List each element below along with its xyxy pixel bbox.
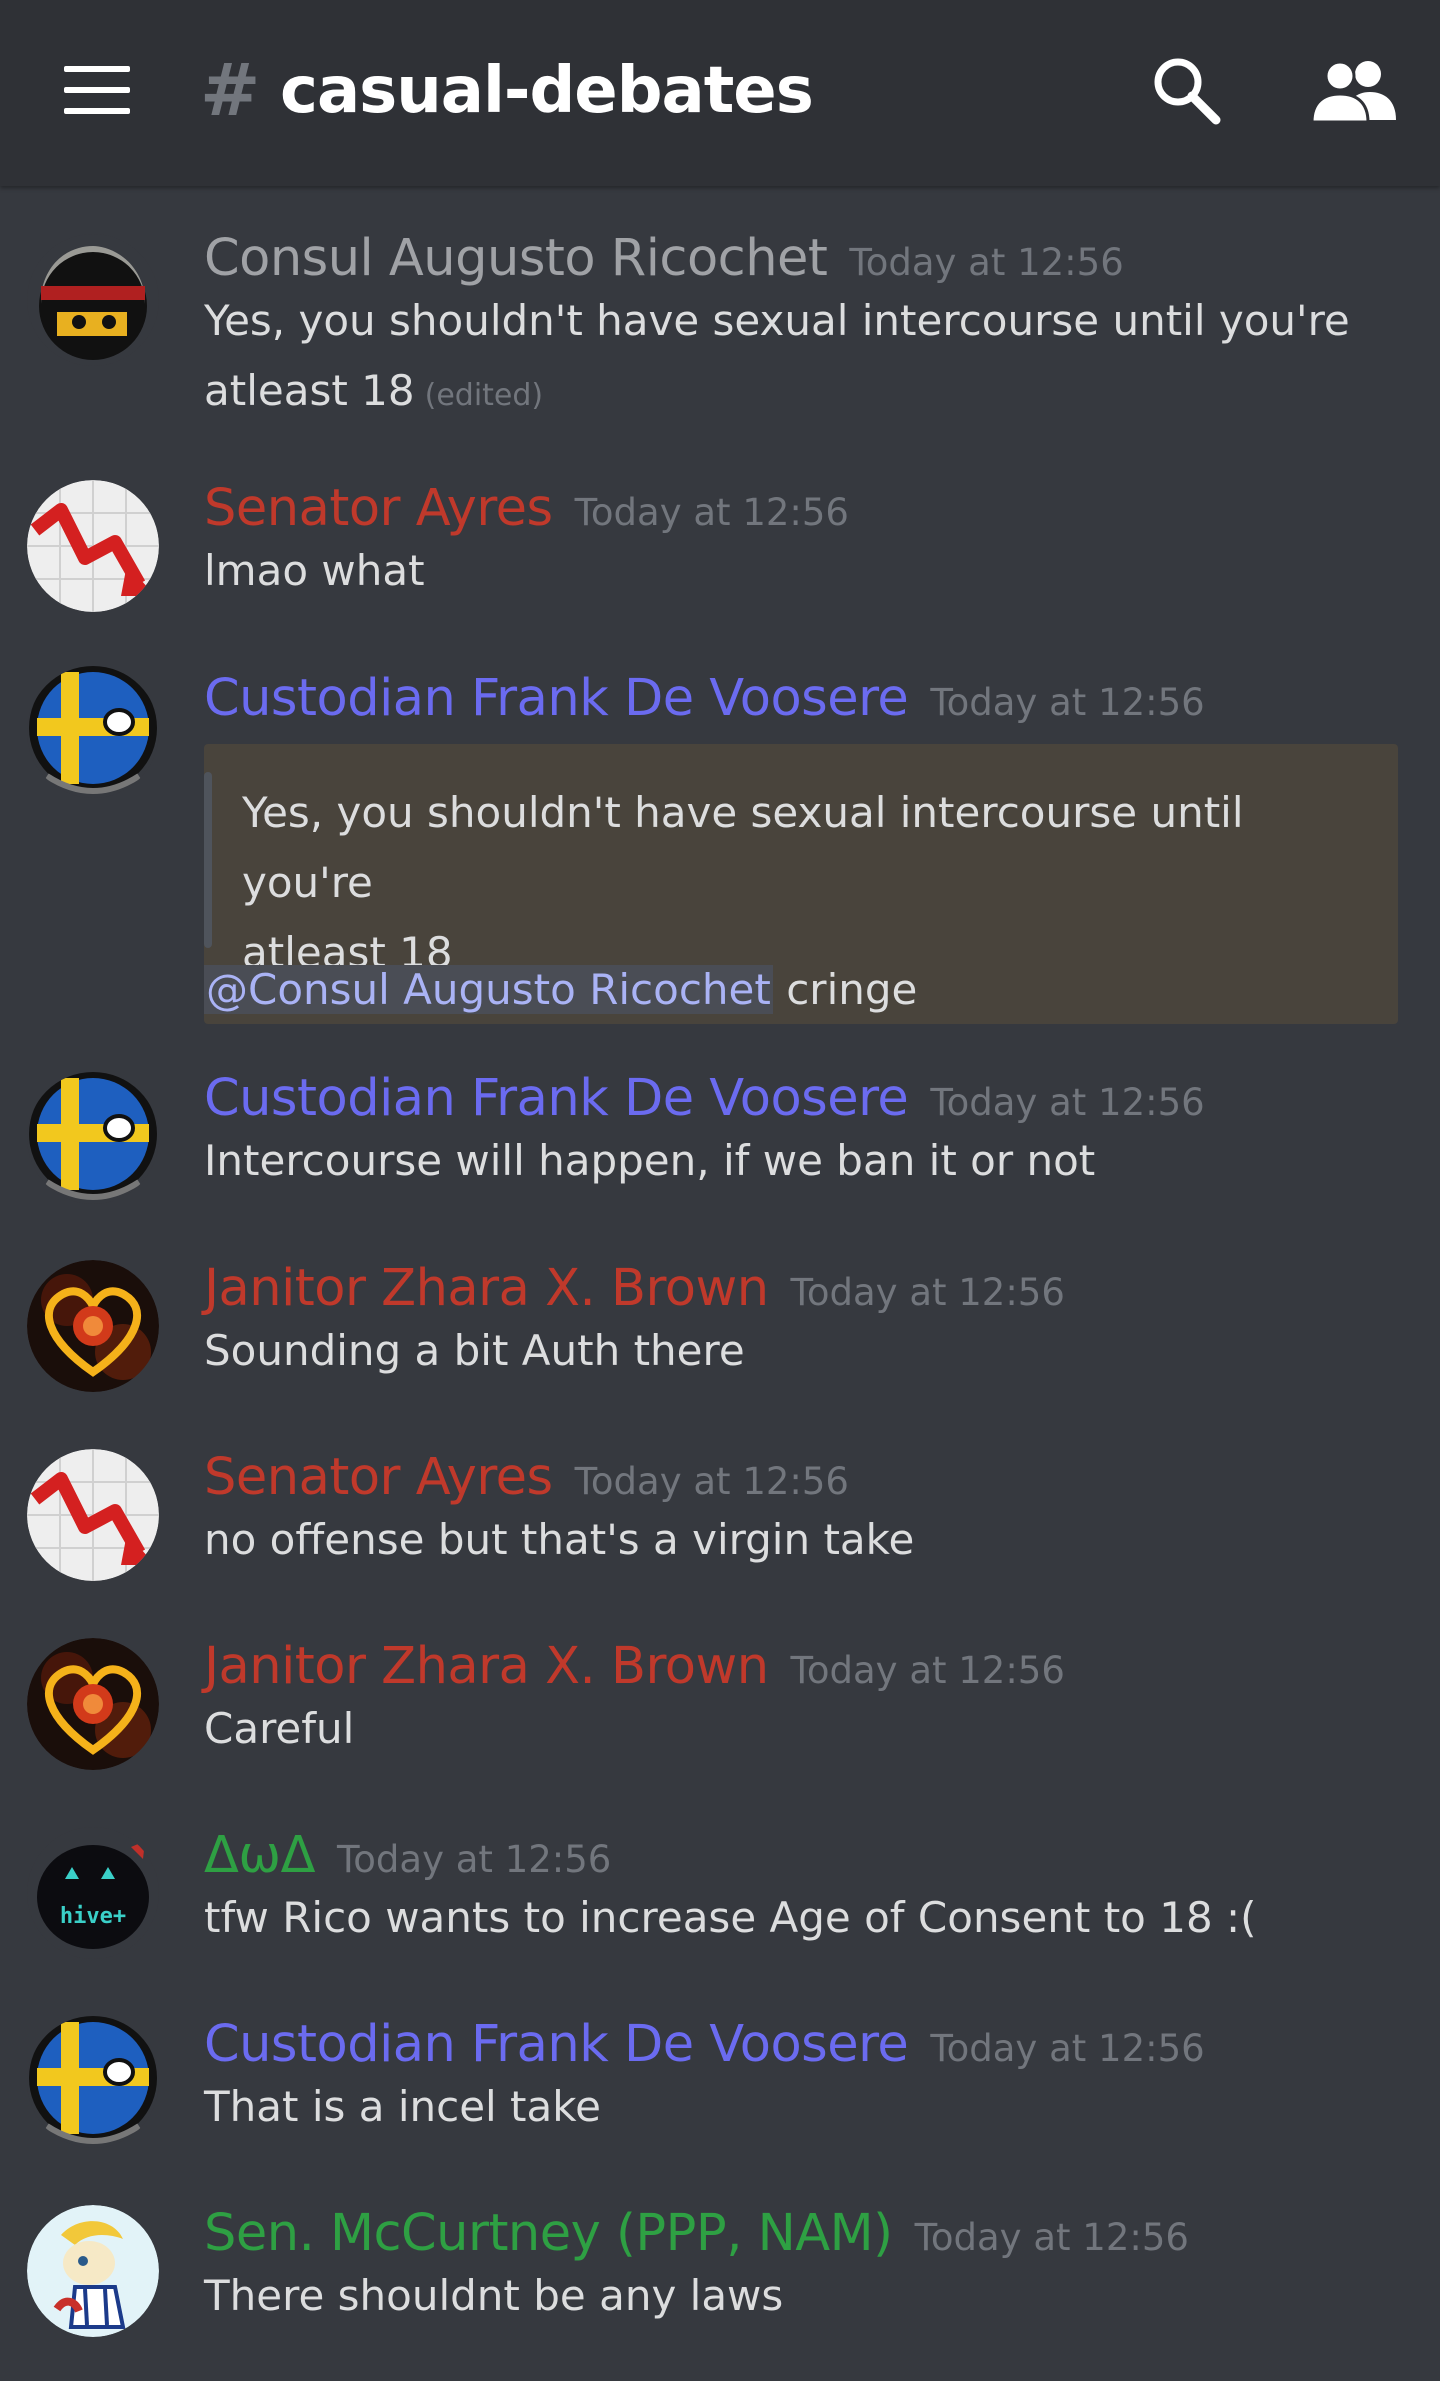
- message-timestamp: Today at 12:56: [930, 1081, 1205, 1124]
- message-header: Consul Augusto Ricochet Today at 12:56: [204, 226, 1124, 292]
- message-list[interactable]: Consul Augusto Ricochet Today at 12:56 Ye…: [0, 186, 1440, 2381]
- members-icon[interactable]: [1312, 58, 1396, 122]
- message-header: Janitor Zhara X. Brown Today at 12:56: [204, 1634, 1065, 1700]
- avatar-text: hive+: [60, 1904, 126, 1929]
- author-name[interactable]: Custodian Frank De Voosere: [204, 1069, 909, 1128]
- author-name[interactable]: Janitor Zhara X. Brown: [204, 1637, 769, 1696]
- message-text: Sounding a bit Auth there: [204, 1326, 745, 1375]
- menu-line: [64, 87, 130, 93]
- author-name[interactable]: ΔωΔ: [204, 1826, 315, 1885]
- author-name[interactable]: Consul Augusto Ricochet: [204, 229, 828, 288]
- message-header: Custodian Frank De Voosere Today at 12:56: [204, 666, 1205, 732]
- message-timestamp: Today at 12:56: [574, 491, 849, 534]
- user-mention[interactable]: @Consul Augusto Ricochet: [204, 965, 773, 1014]
- hive-blob-avatar[interactable]: hive+: [27, 1827, 159, 1959]
- sweden-ball-avatar[interactable]: [27, 666, 159, 798]
- red-arrow-chart-avatar[interactable]: [27, 480, 159, 612]
- message-header: ΔωΔ Today at 12:56: [204, 1823, 611, 1889]
- channel-hash-icon: #: [200, 48, 261, 132]
- author-name[interactable]: Senator Ayres: [204, 1448, 553, 1507]
- message-text: @Consul Augusto Ricochet cringe: [204, 960, 917, 1020]
- edited-label: (edited): [424, 378, 544, 413]
- message-timestamp: Today at 12:56: [790, 1271, 1065, 1314]
- message-timestamp: Today at 12:56: [336, 1838, 612, 1881]
- menu-line: [64, 66, 130, 72]
- message-text: tfw Rico wants to increase Age of Consen…: [204, 1893, 1257, 1942]
- message-timestamp: Today at 12:56: [914, 2216, 1189, 2259]
- pony-avatar[interactable]: [27, 2205, 159, 2337]
- message-text-line: Yes, you shouldn't have sexual intercour…: [204, 296, 1350, 345]
- message-timestamp: Today at 12:56: [790, 1649, 1065, 1692]
- mention-highlight: Yes, you shouldn't have sexual intercour…: [204, 744, 1398, 1024]
- message-header: Custodian Frank De Voosere Today at 12:56: [204, 1066, 1205, 1132]
- message-text: Careful: [204, 1704, 355, 1753]
- sweden-ball-avatar[interactable]: [27, 1072, 159, 1204]
- author-name[interactable]: Custodian Frank De Voosere: [204, 669, 909, 728]
- message-text: Intercourse will happen, if we ban it or…: [204, 1136, 1096, 1185]
- message-timestamp: Today at 12:56: [849, 241, 1124, 284]
- message-timestamp: Today at 12:56: [930, 2027, 1205, 2070]
- message-timestamp: Today at 12:56: [574, 1460, 849, 1503]
- helmet-ball-avatar[interactable]: [27, 234, 159, 366]
- menu-icon[interactable]: [64, 66, 130, 114]
- message-text-line: atleast 18 (edited): [204, 356, 1404, 431]
- message-header: Custodian Frank De Voosere Today at 12:56: [204, 2012, 1205, 2078]
- message-header: Senator Ayres Today at 12:56: [204, 1445, 849, 1511]
- author-name[interactable]: Sen. McCurtney (PPP, NAM): [204, 2204, 893, 2263]
- author-name[interactable]: Senator Ayres: [204, 479, 553, 538]
- message-header: Sen. McCurtney (PPP, NAM) Today at 12:56: [204, 2201, 1189, 2267]
- message-header: Senator Ayres Today at 12:56: [204, 476, 849, 542]
- quote-bar: [204, 772, 212, 948]
- author-name[interactable]: Janitor Zhara X. Brown: [204, 1259, 769, 1318]
- search-icon[interactable]: [1150, 54, 1222, 126]
- fire-heart-avatar[interactable]: [27, 1260, 159, 1392]
- message-timestamp: Today at 12:56: [930, 681, 1205, 724]
- author-name[interactable]: Custodian Frank De Voosere: [204, 2015, 909, 2074]
- message-text-fragment: cringe: [772, 965, 918, 1014]
- red-arrow-chart-avatar[interactable]: [27, 1449, 159, 1581]
- message-text-fragment: atleast 18: [204, 366, 415, 415]
- sweden-ball-avatar[interactable]: [27, 2016, 159, 2148]
- channel-header: # casual-debates: [0, 0, 1440, 186]
- message-text: There shouldnt be any laws: [204, 2271, 784, 2320]
- channel-name[interactable]: casual-debates: [280, 52, 814, 130]
- message-text: That is a incel take: [204, 2082, 601, 2131]
- menu-line: [64, 108, 130, 114]
- message-text: no offense but that's a virgin take: [204, 1515, 915, 1564]
- quote-text-line: Yes, you shouldn't have sexual intercour…: [242, 788, 1244, 907]
- message-text: Yes, you shouldn't have sexual intercour…: [204, 286, 1404, 431]
- message-header: Janitor Zhara X. Brown Today at 12:56: [204, 1256, 1065, 1322]
- message-text: lmao what: [204, 546, 425, 595]
- fire-heart-avatar[interactable]: [27, 1638, 159, 1770]
- quote-text: Yes, you shouldn't have sexual intercour…: [242, 778, 1372, 988]
